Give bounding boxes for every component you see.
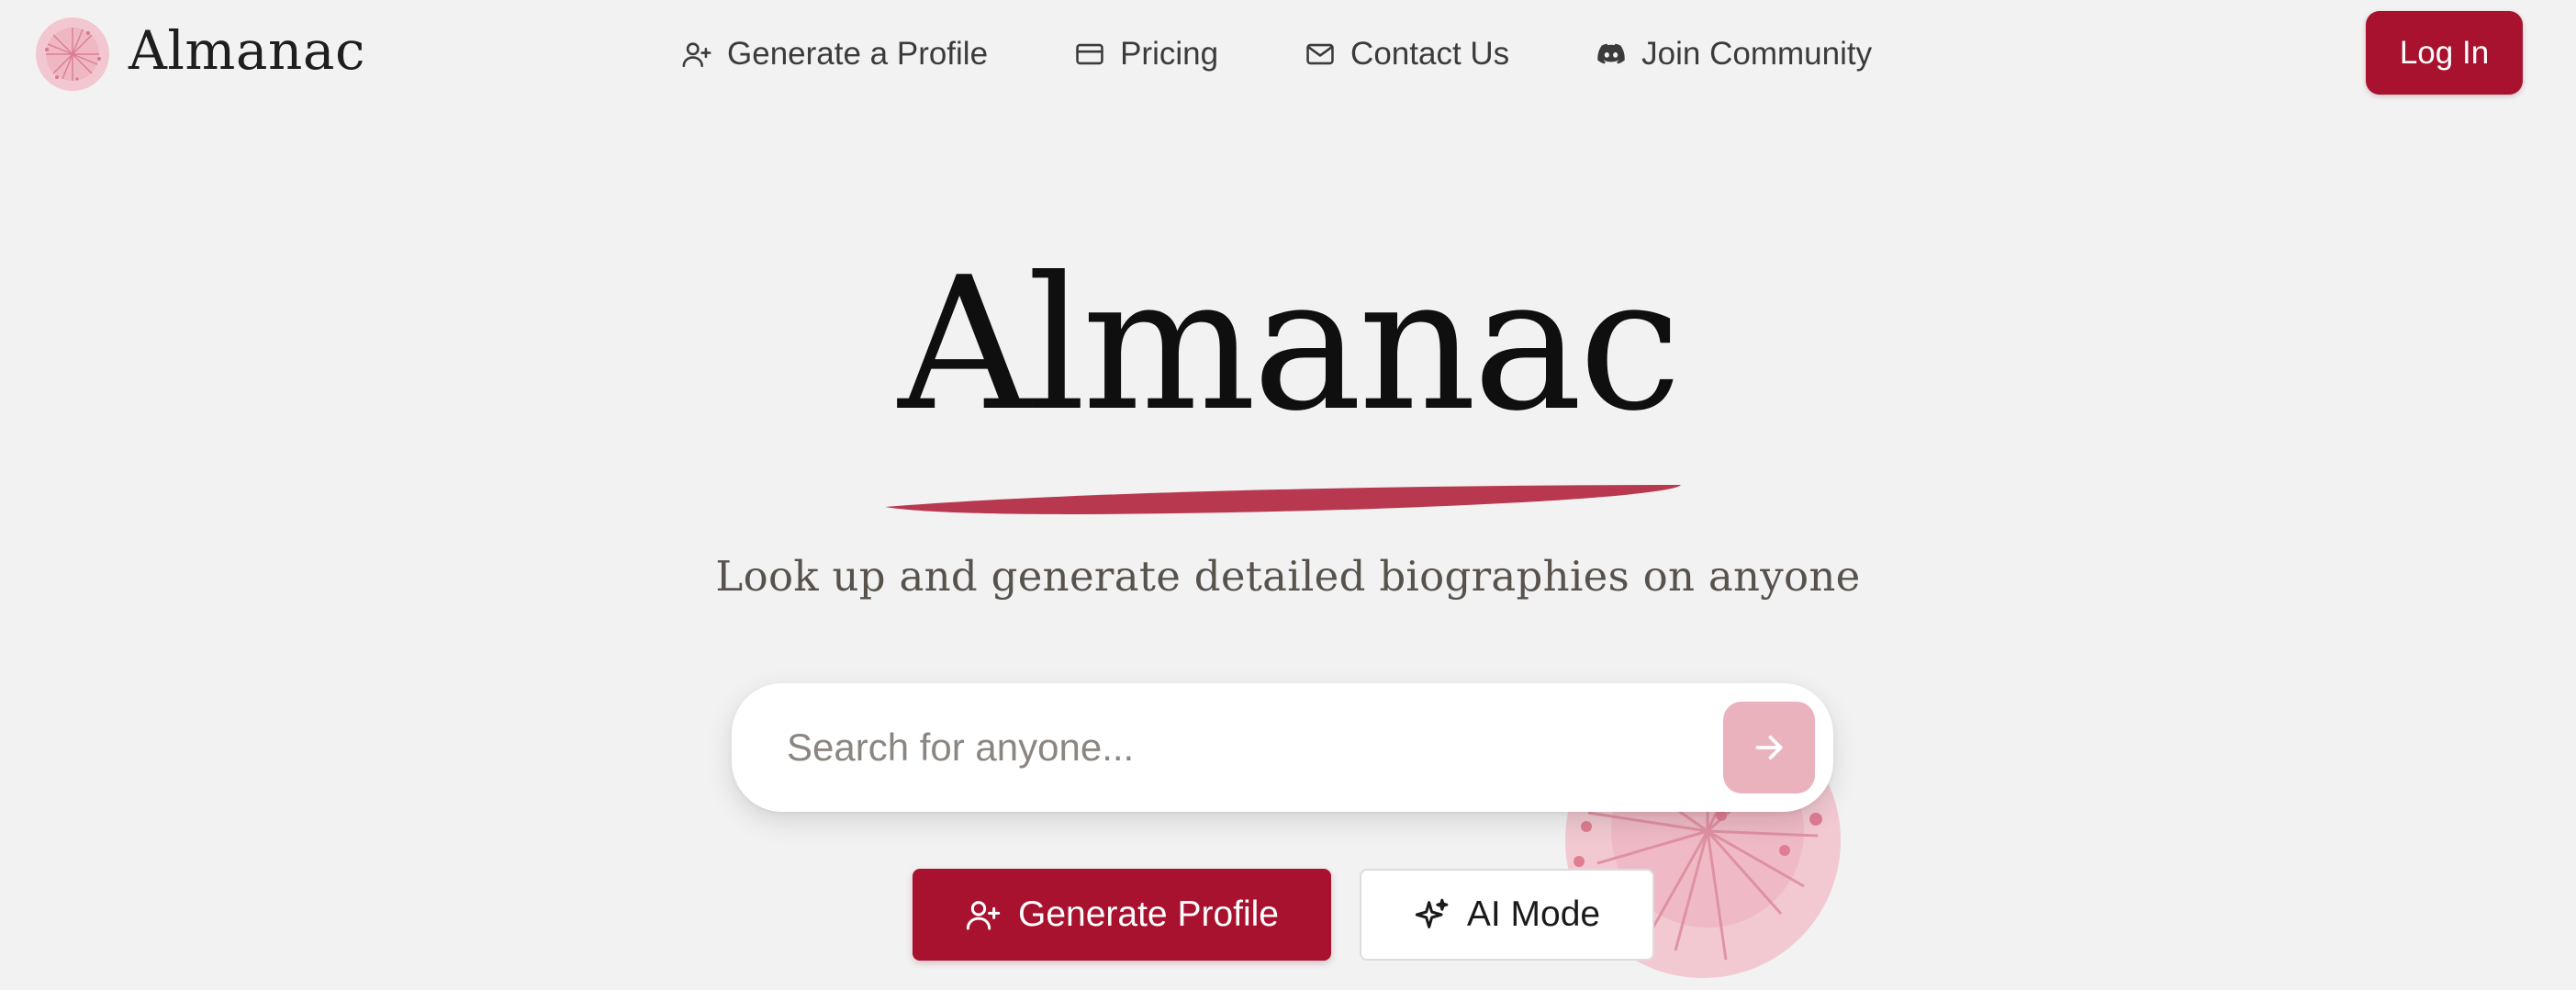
ai-mode-button[interactable]: AI Mode [1360,869,1654,961]
generate-profile-label: Generate Profile [1018,894,1279,934]
discord-icon [1597,43,1625,64]
brand-logo-link[interactable]: Almanac [35,16,365,93]
nav-join-community[interactable]: Join Community [1596,36,1872,73]
nav-pricing[interactable]: Pricing [1074,36,1218,73]
user-plus-icon [966,901,1001,930]
log-in-button[interactable]: Log In [2366,11,2523,95]
nav-join-community-label: Join Community [1641,36,1873,72]
nav-generate-profile[interactable]: Generate a Profile [681,36,988,73]
ai-mode-label: AI Mode [1466,894,1601,934]
top-navigation: Almanac Generate a Profile Pricing Conta… [0,0,2576,108]
almanac-logo-icon [36,17,109,91]
hero-title: Almanac [898,238,1681,452]
credit-card-icon [1076,43,1103,65]
nav-contact-us-label: Contact Us [1350,36,1510,72]
title-underline-decoration [885,485,1681,514]
nav-pricing-label: Pricing [1120,36,1219,72]
search-input[interactable] [787,705,1705,790]
generate-profile-button[interactable]: Generate Profile [913,869,1331,961]
main-nav: Generate a Profile Pricing Contact Us Jo… [681,28,1872,81]
search-submit-button[interactable] [1723,702,1815,793]
brand-name: Almanac [129,19,365,82]
mail-icon [1306,43,1334,65]
hero-tagline: Look up and generate detailed biographie… [715,552,1861,601]
user-plus-icon [682,42,711,68]
nav-generate-profile-label: Generate a Profile [727,36,989,72]
arrow-right-icon [1755,736,1783,759]
search-bar [732,683,1833,812]
nav-contact-us[interactable]: Contact Us [1305,36,1509,73]
sparkles-icon [1415,898,1449,928]
